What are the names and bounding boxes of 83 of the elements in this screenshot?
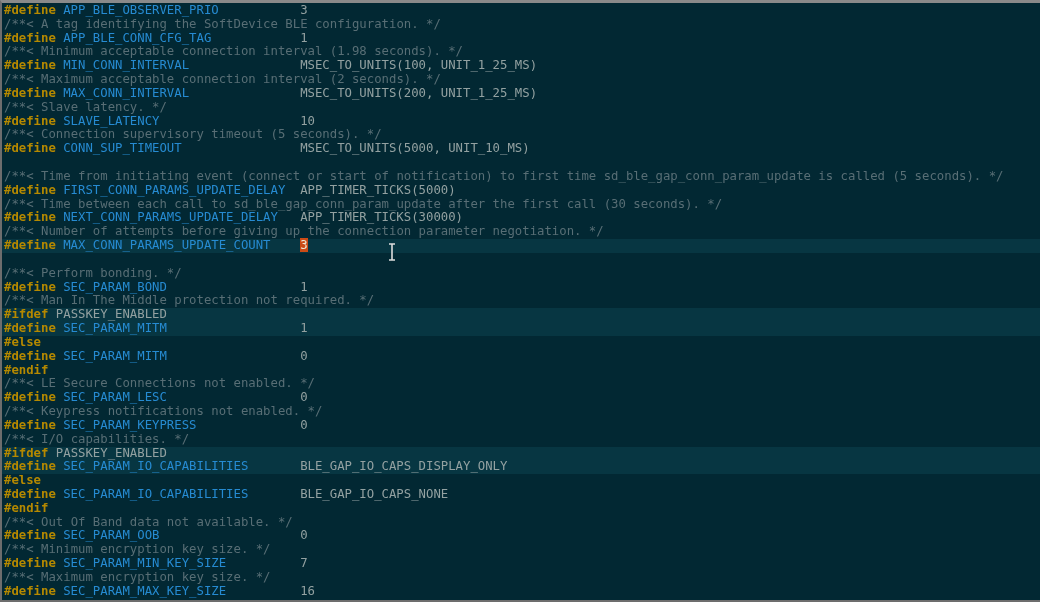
code-comment: /**< Minimum encryption key size. */ (4, 542, 271, 557)
preprocessor-keyword: #define (4, 114, 57, 129)
macro-value: APP_TIMER_TICKS(30000) (300, 210, 463, 225)
code-editor[interactable] (0, 0, 1040, 602)
code-comment: /**< Maximum encryption key size. */ (4, 569, 271, 584)
code-comment: /**< Number of attempts before giving up the connection parameter negotiation. */ (4, 224, 604, 239)
macro-name: SEC_PARAM_MAX_KEY_SIZE (63, 584, 228, 599)
code-comment: /**< Man In The Middle protection not required. */ (4, 293, 375, 308)
preprocessor-keyword: #define (4, 142, 57, 157)
macro-value: 3 (300, 3, 308, 17)
code-comment: /**< Time from initiating event (connect or start of notification) to first time sd_ble_gap_conn_param_update is called (5 seconds). */ (4, 168, 1004, 183)
macro-name: SEC_PARAM_LESC (63, 391, 168, 405)
code-comment: /**< A tag identifying the SoftDevice BLE configuration. */ (4, 16, 441, 31)
macro-name: SLAVE_LATENCY (63, 114, 161, 129)
preprocessor-keyword: #define (4, 59, 57, 74)
code-comment: /**< Out Of Band data not available. */ (4, 514, 293, 529)
macro-name: CONN_SUP_TIMEOUT (63, 142, 183, 157)
preprocessor-keyword: #ifdef (4, 308, 49, 322)
macro-value: 0 (300, 528, 308, 543)
text-cursor-icon (387, 243, 397, 261)
code-comment: /**< Time between each call to sd_ble_gap_conn_param_update after the first call (30 seconds). */ (4, 196, 723, 211)
macro-name: APP_BLE_OBSERVER_PRIO (63, 4, 220, 18)
code-comment: /**< I/O capabilities. */ (4, 431, 190, 446)
code-comment: /**< Maximum acceptable connection interval (2 seconds). */ (4, 72, 441, 87)
macro-name: SEC_PARAM_IO_CAPABILITIES (63, 488, 250, 502)
preprocessor-keyword: #define (4, 418, 56, 433)
macro-name: MIN_CONN_INTERVAL (63, 59, 191, 74)
preprocessor-keyword: #define (4, 584, 57, 599)
code-comment: /**< Connection supervisory timeout (5 seconds). */ (4, 127, 382, 142)
macro-value: 7 (300, 556, 308, 571)
code-comment: /**< Minimum acceptable connection interval (1.98 seconds). */ (4, 44, 463, 59)
preprocessor-keyword: #define (4, 460, 57, 475)
macro-value: MSEC_TO_UNITS(5000, UNIT_10_MS) (300, 141, 530, 156)
macro-name: FIRST_CONN_PARAMS_UPDATE_DELAY (63, 183, 287, 198)
macro-value: 16 (300, 583, 315, 598)
preprocessor-keyword: #else (4, 335, 42, 350)
preprocessor-keyword: #define (4, 488, 57, 502)
macro-name: SEC_PARAM_OOB (63, 529, 161, 544)
macro-name: MAX_CONN_PARAMS_UPDATE_COUNT (63, 239, 272, 253)
preprocessor-keyword: #define (4, 86, 57, 101)
macro-value: 0 (300, 348, 308, 363)
macro-value: MSEC_TO_UNITS(200, UNIT_1_25_MS) (300, 85, 538, 100)
preprocessor-keyword: #define (4, 391, 57, 405)
preprocessor-keyword: #endif (4, 363, 49, 378)
macro-name: APP_BLE_CONN_CFG_TAG (63, 31, 213, 46)
cursor-value: 3 (300, 238, 308, 253)
macro-name: MAX_CONN_INTERVAL (63, 86, 191, 101)
preprocessor-keyword: #define (4, 239, 57, 253)
code-comment: /**< Keypress notifications not enabled. */ (4, 404, 323, 418)
preprocessor-keyword: #define (4, 183, 57, 198)
macro-name: SEC_PARAM_MIN_KEY_SIZE (63, 557, 228, 571)
macro-value: BLE_GAP_IO_CAPS_DISPLAY_ONLY (300, 459, 508, 474)
preprocessor-keyword: #else (4, 474, 42, 488)
preprocessor-keyword: #define (4, 31, 56, 46)
preprocessor-keyword: #ifdef (4, 446, 49, 460)
macro-value: 1 (300, 321, 308, 336)
directive-argument: PASSKEY_ENABLED (55, 445, 167, 460)
macro-name: SEC_PARAM_MITM (63, 322, 168, 336)
macro-name: SEC_PARAM_BOND (63, 280, 168, 295)
macro-value: 10 (300, 113, 315, 128)
macro-name: SEC_PARAM_KEYPRESS (63, 418, 198, 433)
macro-value: 0 (300, 390, 308, 405)
preprocessor-keyword: #define (4, 349, 57, 364)
preprocessor-keyword: #define (4, 211, 57, 226)
macro-value: MSEC_TO_UNITS(100, UNIT_1_25_MS) (300, 58, 538, 73)
directive-argument: PASSKEY_ENABLED (55, 307, 167, 322)
macro-name: NEXT_CONN_PARAMS_UPDATE_DELAY (63, 211, 278, 226)
macro-value: 0 (300, 417, 308, 432)
preprocessor-keyword: #define (4, 4, 57, 18)
preprocessor-keyword: #endif (4, 501, 49, 516)
macro-value: 1 (300, 30, 308, 45)
preprocessor-keyword: #define (4, 280, 57, 295)
code-comment: /**< Perform bonding. */ (4, 265, 182, 280)
macro-value: APP_TIMER_TICKS(5000) (300, 182, 456, 197)
macro-name: SEC_PARAM_IO_CAPABILITIES (63, 460, 250, 475)
macro-value: BLE_GAP_IO_CAPS_NONE (300, 487, 449, 501)
code-comment: /**< LE Secure Connections not enabled. */ (4, 376, 315, 391)
preprocessor-keyword: #define (4, 529, 57, 544)
macro-name: SEC_PARAM_MITM (63, 349, 168, 364)
preprocessor-keyword: #define (4, 322, 57, 336)
code-comment: /**< Slave latency. */ (4, 99, 167, 114)
macro-value: 1 (300, 279, 308, 294)
preprocessor-keyword: #define (4, 557, 57, 571)
